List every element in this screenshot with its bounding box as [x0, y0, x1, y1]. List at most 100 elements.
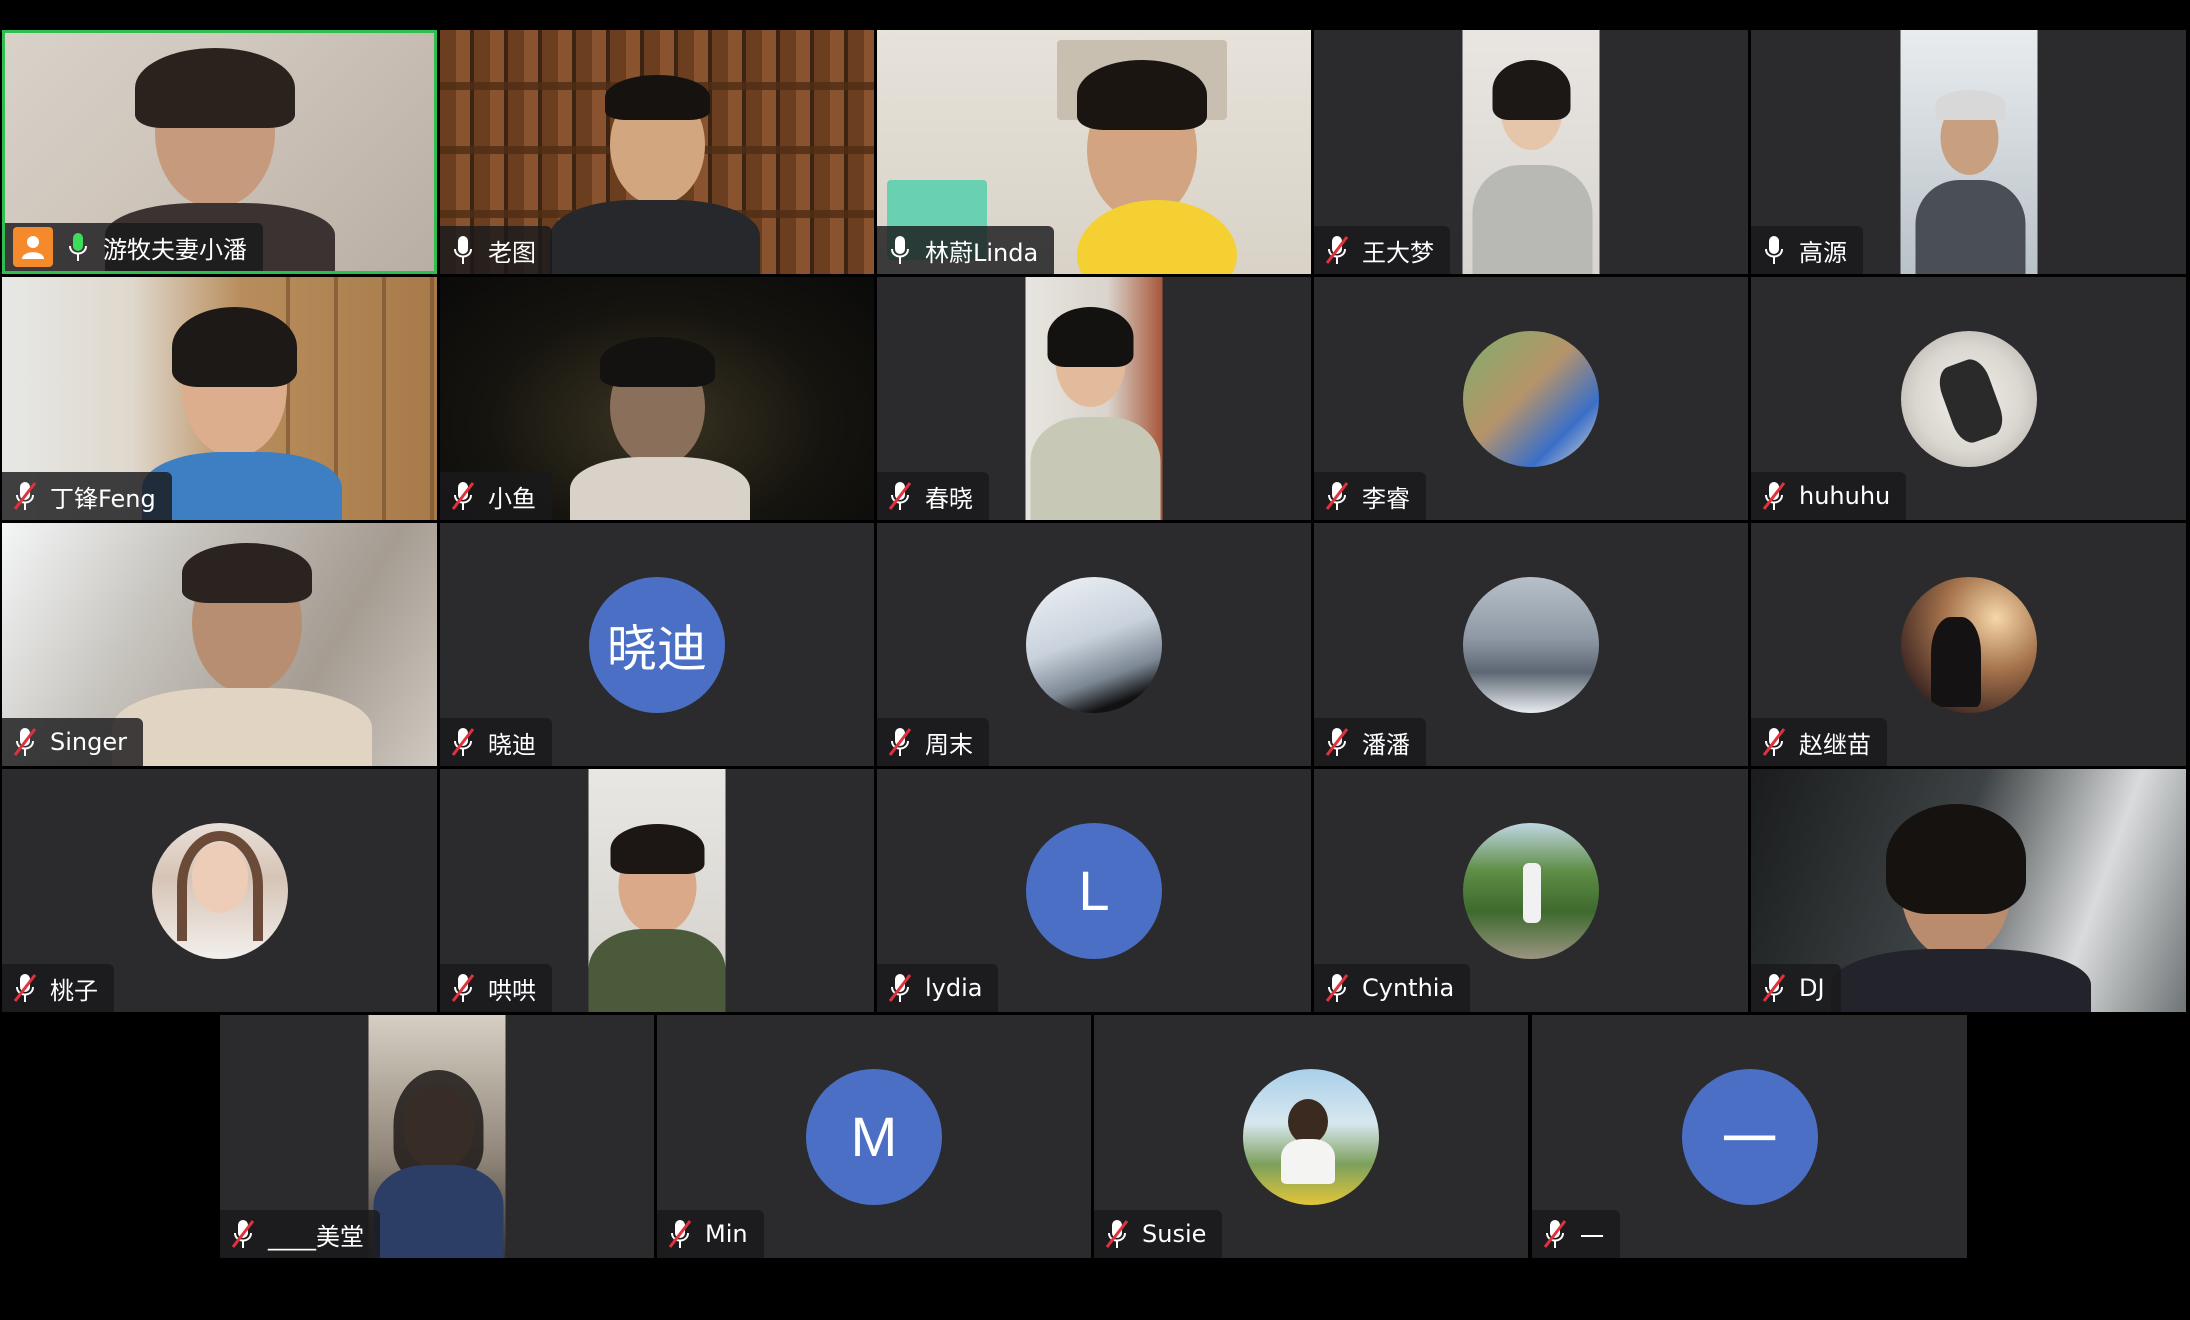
microphone-icon	[885, 233, 915, 267]
meeting-gallery: 游牧夫妻小潘 老图 林蔚Linda 王大梦 高源 丁锋Feng 小鱼 春晓 李睿…	[0, 0, 2190, 1320]
participant-name-tag: Singer	[2, 718, 143, 766]
participant-name-tag: 林蔚Linda	[877, 226, 1055, 274]
participant-name: 王大梦	[1362, 238, 1434, 267]
microphone-muted-icon	[885, 971, 915, 1005]
microphone-muted-icon	[1322, 233, 1352, 267]
participant-tile[interactable]: 李睿	[1314, 277, 1748, 520]
microphone-muted-icon	[1102, 1217, 1132, 1251]
participant-name-tag: 春晓	[877, 472, 989, 520]
avatar	[1900, 330, 2037, 467]
participant-tile[interactable]: M Min	[657, 1015, 1091, 1258]
participant-name: 桃子	[50, 976, 98, 1005]
participant-tile[interactable]: 桃子	[2, 769, 437, 1012]
avatar	[1463, 822, 1599, 959]
participant-tile[interactable]: 周末	[877, 523, 1311, 766]
microphone-muted-icon	[448, 479, 478, 513]
participant-name: ____美堂	[268, 1222, 364, 1251]
microphone-muted-icon	[448, 971, 478, 1005]
participant-name: 老图	[488, 238, 536, 267]
participant-name: 林蔚Linda	[925, 238, 1039, 267]
microphone-muted-icon	[1759, 971, 1789, 1005]
participant-tile[interactable]: 潘潘	[1314, 523, 1748, 766]
microphone-muted-icon	[1759, 725, 1789, 759]
participant-tile[interactable]: 小鱼	[440, 277, 874, 520]
avatar: L	[1026, 822, 1162, 959]
microphone-muted-icon	[448, 725, 478, 759]
participant-tile[interactable]: 王大梦	[1314, 30, 1748, 274]
participant-name-tag: Min	[657, 1210, 764, 1258]
microphone-icon	[448, 233, 478, 267]
participant-name: Susie	[1142, 1220, 1207, 1248]
participant-name: Min	[705, 1220, 748, 1248]
participant-name-tag: DJ	[1751, 964, 1841, 1012]
participant-name-tag: Susie	[1094, 1210, 1223, 1258]
participant-tile[interactable]: 游牧夫妻小潘	[2, 30, 437, 274]
microphone-muted-icon	[10, 971, 40, 1005]
participant-name: 潘潘	[1362, 730, 1410, 759]
participant-name: 周末	[925, 730, 973, 759]
microphone-muted-icon	[1322, 725, 1352, 759]
microphone-muted-icon	[1322, 971, 1352, 1005]
participant-name: huhuhu	[1799, 482, 1891, 510]
participant-name: 丁锋Feng	[50, 484, 156, 513]
participant-tile[interactable]: Susie	[1094, 1015, 1528, 1258]
participant-name-tag: 哄哄	[440, 964, 552, 1012]
participant-name-tag: 赵继苗	[1751, 718, 1887, 766]
participant-tile[interactable]: L lydia	[877, 769, 1311, 1012]
participant-tile[interactable]: 春晓	[877, 277, 1311, 520]
participant-tile[interactable]: 赵继苗	[1751, 523, 2186, 766]
participant-name: lydia	[925, 974, 983, 1002]
participant-tile[interactable]: 一 一	[1532, 1015, 1967, 1258]
participant-tile[interactable]: Singer	[2, 523, 437, 766]
participant-name-tag: 游牧夫妻小潘	[5, 223, 263, 271]
participant-name-tag: 李睿	[1314, 472, 1426, 520]
microphone-muted-icon	[665, 1217, 695, 1251]
participant-name: 赵继苗	[1799, 730, 1871, 759]
microphone-muted-icon	[885, 725, 915, 759]
microphone-muted-icon	[1322, 479, 1352, 513]
participant-tile[interactable]: 晓迪 晓迪	[440, 523, 874, 766]
participant-tile[interactable]: 丁锋Feng	[2, 277, 437, 520]
participant-tile[interactable]: DJ	[1751, 769, 2186, 1012]
participant-name-tag: lydia	[877, 964, 999, 1012]
participant-name: 高源	[1799, 238, 1847, 267]
host-person-icon	[13, 227, 53, 267]
participant-name-tag: 桃子	[2, 964, 114, 1012]
participant-name: 李睿	[1362, 484, 1410, 513]
participant-name-tag: 周末	[877, 718, 989, 766]
participant-name: 春晓	[925, 484, 973, 513]
participant-tile[interactable]: 哄哄	[440, 769, 874, 1012]
microphone-icon	[63, 230, 93, 264]
microphone-muted-icon	[885, 479, 915, 513]
avatar: M	[806, 1068, 942, 1205]
participant-name-tag: 潘潘	[1314, 718, 1426, 766]
participant-name: Cynthia	[1362, 974, 1455, 1002]
participant-name-tag: 晓迪	[440, 718, 552, 766]
microphone-muted-icon	[10, 479, 40, 513]
participant-name-tag: 一	[1532, 1210, 1620, 1258]
participant-name-tag: 高源	[1751, 226, 1863, 274]
participant-tile[interactable]: 高源	[1751, 30, 2186, 274]
participant-tile[interactable]: 老图	[440, 30, 874, 274]
participant-tile[interactable]: huhuhu	[1751, 277, 2186, 520]
participant-name: 游牧夫妻小潘	[103, 235, 247, 264]
participant-name-tag: 小鱼	[440, 472, 552, 520]
participant-tile[interactable]: 林蔚Linda	[877, 30, 1311, 274]
participant-name: Singer	[50, 728, 127, 756]
participant-tile[interactable]: ____美堂	[220, 1015, 654, 1258]
participant-name-tag: Cynthia	[1314, 964, 1471, 1012]
microphone-muted-icon	[10, 725, 40, 759]
microphone-muted-icon	[1759, 479, 1789, 513]
avatar: 一	[1681, 1068, 1818, 1205]
participant-tile[interactable]: Cynthia	[1314, 769, 1748, 1012]
avatar	[1900, 576, 2037, 713]
participant-name-tag: 丁锋Feng	[2, 472, 172, 520]
microphone-icon	[1759, 233, 1789, 267]
avatar	[1243, 1068, 1379, 1205]
avatar	[1463, 576, 1599, 713]
avatar	[151, 822, 288, 959]
participant-name: 晓迪	[488, 730, 536, 759]
participant-name-tag: 王大梦	[1314, 226, 1450, 274]
participant-name: DJ	[1799, 974, 1825, 1002]
participant-name-tag: huhuhu	[1751, 472, 1907, 520]
